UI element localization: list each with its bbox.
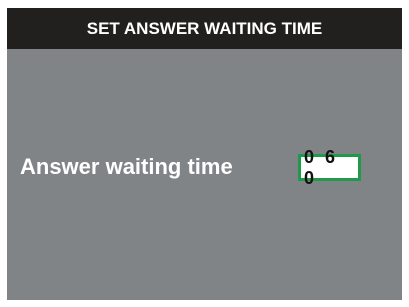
value-field-inner: 0 6 0 xyxy=(301,147,358,188)
answer-waiting-time-value: 0 6 0 xyxy=(304,146,339,188)
screen-title: SET ANSWER WAITING TIME xyxy=(86,18,323,38)
answer-waiting-time-label: Answer waiting time xyxy=(20,154,233,179)
display-screen: SET ANSWER WAITING TIME Answer waiting t… xyxy=(0,0,409,307)
title-bar: SET ANSWER WAITING TIME xyxy=(7,8,402,49)
settings-panel: Answer waiting time 0 6 0 xyxy=(7,49,402,300)
answer-waiting-time-field[interactable]: 0 6 0 xyxy=(298,147,361,188)
